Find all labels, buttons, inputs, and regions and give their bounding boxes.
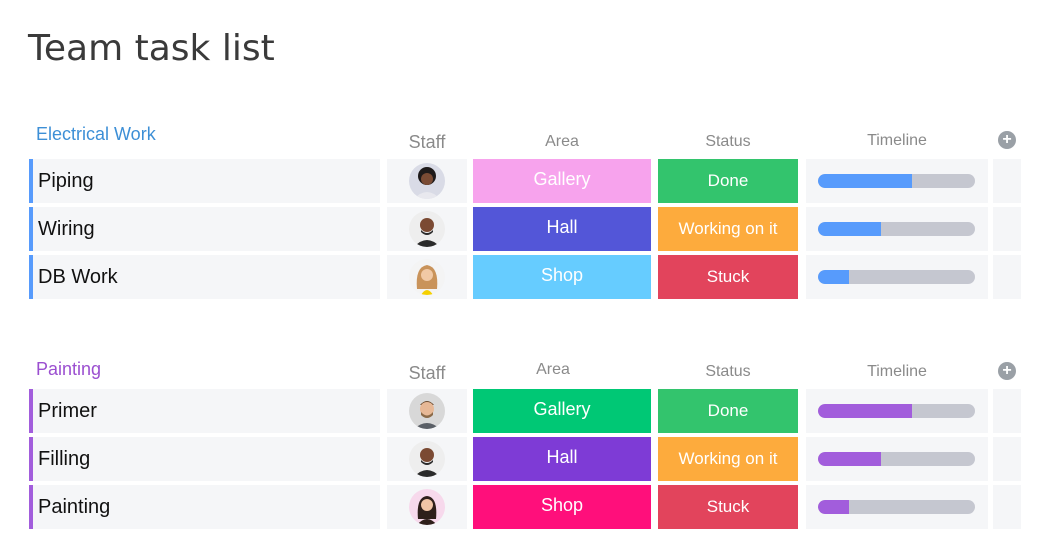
table-row[interactable]: Primer Gallery Done <box>0 389 1059 433</box>
staff-cell[interactable] <box>387 207 467 251</box>
timeline-cell[interactable] <box>806 437 988 481</box>
timeline-progress <box>818 270 850 284</box>
avatar[interactable] <box>409 441 445 477</box>
group-color-bar <box>29 255 33 299</box>
group-color-bar <box>29 437 33 481</box>
group-color-bar <box>29 485 33 529</box>
timeline-bar <box>818 270 975 284</box>
row-end-cell <box>993 255 1021 299</box>
task-name: Primer <box>38 400 97 422</box>
task-name-cell[interactable]: Filling <box>29 437 380 481</box>
area-label[interactable]: Gallery <box>473 389 651 433</box>
timeline-cell[interactable] <box>806 389 988 433</box>
group-title[interactable]: Electrical Work <box>36 124 156 145</box>
status-label[interactable]: Stuck <box>658 255 798 299</box>
staff-cell[interactable] <box>387 159 467 203</box>
timeline-cell[interactable] <box>806 159 988 203</box>
status-label[interactable]: Working on it <box>658 437 798 481</box>
avatar[interactable] <box>409 393 445 429</box>
staff-cell[interactable] <box>387 485 467 529</box>
task-name-cell[interactable]: Wiring <box>29 207 380 251</box>
area-label[interactable]: Shop <box>473 255 651 299</box>
task-name-cell[interactable]: DB Work <box>29 255 380 299</box>
table-row[interactable]: Painting Shop Stuck <box>0 485 1059 529</box>
avatar[interactable] <box>409 259 445 295</box>
timeline-progress <box>818 222 881 236</box>
status-label[interactable]: Done <box>658 389 798 433</box>
status-label[interactable]: Working on it <box>658 207 798 251</box>
group-color-bar <box>29 389 33 433</box>
timeline-progress <box>818 404 913 418</box>
add-column-icon[interactable]: + <box>998 131 1016 149</box>
task-name-cell[interactable]: Primer <box>29 389 380 433</box>
timeline-bar <box>818 452 975 466</box>
group-title[interactable]: Painting <box>36 359 101 380</box>
column-header-area[interactable]: Area <box>473 133 651 151</box>
status-label[interactable]: Done <box>658 159 798 203</box>
row-end-cell <box>993 389 1021 433</box>
staff-cell[interactable] <box>387 389 467 433</box>
staff-cell[interactable] <box>387 437 467 481</box>
timeline-bar <box>818 500 975 514</box>
timeline-progress <box>818 174 913 188</box>
table-row[interactable]: Piping Gallery Done <box>0 159 1059 203</box>
avatar[interactable] <box>409 211 445 247</box>
row-end-cell <box>993 437 1021 481</box>
timeline-bar <box>818 222 975 236</box>
column-header-timeline[interactable]: Timeline <box>806 132 988 150</box>
staff-cell[interactable] <box>387 255 467 299</box>
timeline-progress <box>818 500 850 514</box>
area-label[interactable]: Gallery <box>473 159 651 203</box>
avatar[interactable] <box>409 489 445 525</box>
page-title: Team task list <box>28 28 275 69</box>
row-end-cell <box>993 159 1021 203</box>
task-name-cell[interactable]: Painting <box>29 485 380 529</box>
timeline-cell[interactable] <box>806 207 988 251</box>
row-end-cell <box>993 207 1021 251</box>
task-name: Wiring <box>38 218 95 240</box>
task-name: DB Work <box>38 266 118 288</box>
table-row[interactable]: Filling Hall Working on it <box>0 437 1059 481</box>
group-color-bar <box>29 207 33 251</box>
table-row[interactable]: DB Work Shop Stuck <box>0 255 1059 299</box>
task-name-cell[interactable]: Piping <box>29 159 380 203</box>
column-header-status[interactable]: Status <box>658 363 798 381</box>
timeline-cell[interactable] <box>806 255 988 299</box>
column-header-staff[interactable]: Staff <box>387 363 467 384</box>
timeline-cell[interactable] <box>806 485 988 529</box>
task-name: Filling <box>38 448 91 470</box>
timeline-bar <box>818 404 975 418</box>
column-header-area[interactable]: Area <box>473 361 633 379</box>
group-color-bar <box>29 159 33 203</box>
task-name: Piping <box>38 170 94 192</box>
status-label[interactable]: Stuck <box>658 485 798 529</box>
add-column-icon[interactable]: + <box>998 362 1016 380</box>
area-label[interactable]: Hall <box>473 207 651 251</box>
task-name: Painting <box>38 496 111 518</box>
column-header-timeline[interactable]: Timeline <box>806 363 988 381</box>
row-end-cell <box>993 485 1021 529</box>
timeline-bar <box>818 174 975 188</box>
area-label[interactable]: Shop <box>473 485 651 529</box>
avatar[interactable] <box>409 163 445 199</box>
timeline-progress <box>818 452 881 466</box>
column-header-staff[interactable]: Staff <box>387 132 467 153</box>
area-label[interactable]: Hall <box>473 437 651 481</box>
table-row[interactable]: Wiring Hall Working on it <box>0 207 1059 251</box>
column-header-status[interactable]: Status <box>658 133 798 151</box>
